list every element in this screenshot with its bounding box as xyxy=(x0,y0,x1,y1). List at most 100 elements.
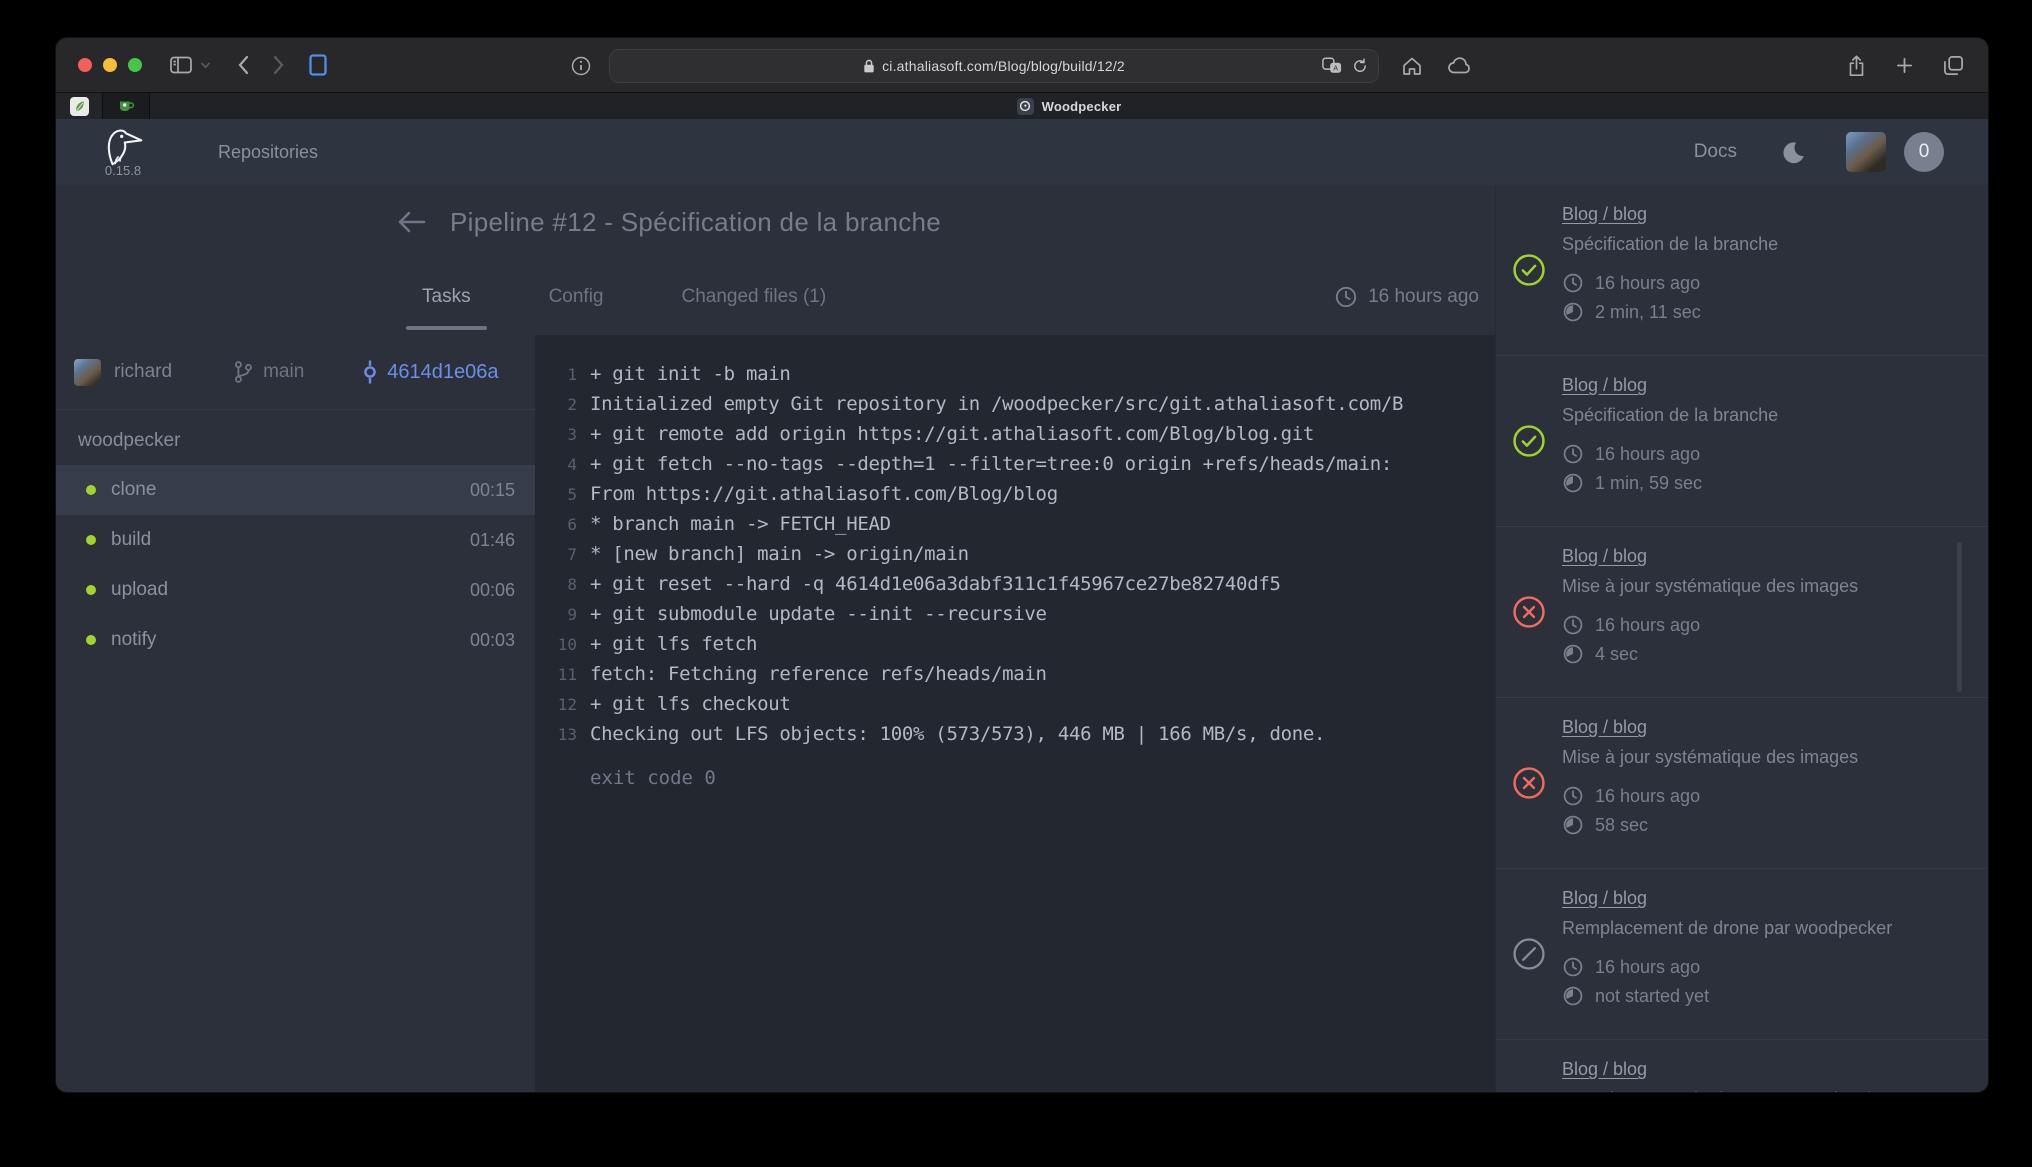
back-arrow-icon[interactable] xyxy=(396,209,426,235)
home-icon[interactable] xyxy=(1401,56,1423,76)
status-failure-icon xyxy=(1512,595,1546,629)
log-line-text: fetch: Fetching reference refs/heads/mai… xyxy=(590,663,1047,685)
log-line-text: Initialized empty Git repository in /woo… xyxy=(590,393,1403,415)
build-list: Blog / blog Spécification de la branche xyxy=(1496,185,1988,1092)
build-list-item[interactable]: Blog / blog Mise à jour systématique des… xyxy=(1496,698,1988,869)
leaf-favicon-icon xyxy=(70,97,89,116)
commit-link[interactable]: 4614d1e06a xyxy=(360,359,498,385)
app-version: 0.15.8 xyxy=(105,163,141,178)
icloud-tabs-icon[interactable] xyxy=(1447,57,1473,75)
log-line: 4 + git fetch --no-tags --depth=1 --filt… xyxy=(535,449,1495,479)
tab-title: Woodpecker xyxy=(1042,99,1122,114)
log-line-text: * branch main -> FETCH_HEAD xyxy=(590,513,891,535)
git-branch-icon xyxy=(232,360,254,384)
build-list-item[interactable]: Blog / blog Remplacement de drone par wo… xyxy=(1496,1040,1988,1092)
theme-toggle-moon-icon[interactable] xyxy=(1781,140,1806,165)
log-line-text: + git lfs fetch xyxy=(590,633,757,655)
pipeline-tab[interactable]: Tasks xyxy=(412,259,481,335)
step-name: clone xyxy=(111,479,156,501)
lock-icon xyxy=(863,58,875,74)
pipeline-title: Pipeline #12 - Spécification de la branc… xyxy=(450,207,941,238)
app-header: 0.15.8 Repositories Docs 0 xyxy=(56,119,1988,185)
build-list-item[interactable]: Blog / blog Mise à jour systématique des… xyxy=(1496,527,1988,698)
duration-icon xyxy=(1562,814,1584,836)
log-line-number: 6 xyxy=(535,515,577,534)
reload-icon[interactable] xyxy=(1352,58,1368,74)
step-duration: 00:03 xyxy=(470,630,515,651)
status-success-icon xyxy=(1512,424,1546,458)
new-tab-icon[interactable] xyxy=(1896,57,1913,74)
pinned-tab-cup[interactable] xyxy=(103,93,150,119)
docs-link[interactable]: Docs xyxy=(1694,141,1737,163)
step-item[interactable]: notify 00:03 xyxy=(56,615,535,665)
pinned-tab-leaf[interactable] xyxy=(56,93,103,119)
build-list-item[interactable]: Blog / blog Spécification de la branche xyxy=(1496,356,1988,527)
step-item[interactable]: upload 00:06 xyxy=(56,565,535,615)
log-line-number: 12 xyxy=(535,695,577,714)
share-icon[interactable] xyxy=(1847,54,1866,78)
status-failure-icon xyxy=(1512,766,1546,800)
browser-toolbar: ci.athaliasoft.com/Blog/blog/build/12/2 … xyxy=(56,38,1988,93)
build-list-item[interactable]: Blog / blog Spécification de la branche xyxy=(1496,185,1988,356)
repo-link[interactable]: Blog / blog xyxy=(1562,204,1647,225)
notification-badge[interactable]: 0 xyxy=(1904,132,1944,172)
chevron-down-icon[interactable] xyxy=(200,61,211,69)
build-time: 16 hours ago xyxy=(1595,615,1700,636)
step-item[interactable]: build 01:46 xyxy=(56,515,535,565)
build-duration: 4 sec xyxy=(1595,644,1638,665)
repo-link[interactable]: Blog / blog xyxy=(1562,375,1647,396)
zoom-window-button[interactable] xyxy=(128,58,142,72)
commit-message: Spécification de la branche xyxy=(1562,405,1988,426)
log-line: 8 + git reset --hard -q 4614d1e06a3dabf3… xyxy=(535,569,1495,599)
repo-link[interactable]: Blog / blog xyxy=(1562,888,1647,909)
commit-message: Mise à jour systématique des images xyxy=(1562,747,1988,768)
step-status-dot xyxy=(86,585,96,595)
build-list-item[interactable]: Blog / blog Remplacement de drone par wo… xyxy=(1496,869,1988,1040)
reader-page-icon[interactable] xyxy=(309,54,327,76)
step-name: upload xyxy=(111,579,168,601)
log-line: 1 + git init -b main xyxy=(535,359,1495,389)
address-bar[interactable]: ci.athaliasoft.com/Blog/blog/build/12/2 … xyxy=(609,49,1379,83)
forward-button-icon[interactable] xyxy=(273,55,285,75)
log-line-number: 2 xyxy=(535,395,577,414)
log-line-number: 5 xyxy=(535,485,577,504)
log-line-number: 1 xyxy=(535,365,577,384)
svg-text:A: A xyxy=(1333,64,1338,73)
woodpecker-logo[interactable]: 0.15.8 xyxy=(100,126,146,178)
duration-icon xyxy=(1562,985,1584,1007)
tab-overview-icon[interactable] xyxy=(1943,55,1964,76)
build-duration: 2 min, 11 sec xyxy=(1595,302,1701,323)
repo-link[interactable]: Blog / blog xyxy=(1562,1059,1647,1080)
cup-favicon-icon xyxy=(118,99,135,113)
step-duration: 00:06 xyxy=(470,580,515,601)
nav-repositories[interactable]: Repositories xyxy=(218,142,318,163)
pipeline-tab[interactable]: Changed files (1) xyxy=(672,259,837,335)
close-window-button[interactable] xyxy=(78,58,92,72)
step-item[interactable]: clone 00:15 xyxy=(56,465,535,515)
clock-icon xyxy=(1562,614,1584,636)
minimize-window-button[interactable] xyxy=(103,58,117,72)
active-tab[interactable]: Woodpecker xyxy=(150,93,1988,119)
log-line: 12 + git lfs checkout xyxy=(535,689,1495,719)
repo-link[interactable]: Blog / blog xyxy=(1562,717,1647,738)
log-panel[interactable]: 1 + git init -b main 2 Initialized empty… xyxy=(535,335,1495,1092)
back-button-icon[interactable] xyxy=(237,55,249,75)
sidebar-toggle-icon[interactable] xyxy=(170,56,192,74)
browser-window: ci.athaliasoft.com/Blog/blog/build/12/2 … xyxy=(56,38,1988,1092)
scrollbar-thumb[interactable] xyxy=(1957,542,1962,692)
user-avatar[interactable] xyxy=(1846,132,1886,172)
commit-message: Mise à jour systématique des images xyxy=(1562,576,1988,597)
log-line-text: + git fetch --no-tags --depth=1 --filter… xyxy=(590,453,1392,475)
log-line-number: 7 xyxy=(535,545,577,564)
step-status-dot xyxy=(86,635,96,645)
clock-icon xyxy=(1334,285,1358,309)
translate-icon[interactable]: A xyxy=(1322,57,1342,74)
tab-bar: Woodpecker xyxy=(56,93,1988,119)
step-duration: 01:46 xyxy=(470,530,515,551)
build-duration: 58 sec xyxy=(1595,815,1648,836)
pipeline-tab[interactable]: Config xyxy=(539,259,614,335)
repo-link[interactable]: Blog / blog xyxy=(1562,546,1647,567)
workflow-name: woodpecker xyxy=(56,410,535,465)
info-icon[interactable] xyxy=(571,56,591,76)
status-skipped-icon xyxy=(1512,937,1546,971)
